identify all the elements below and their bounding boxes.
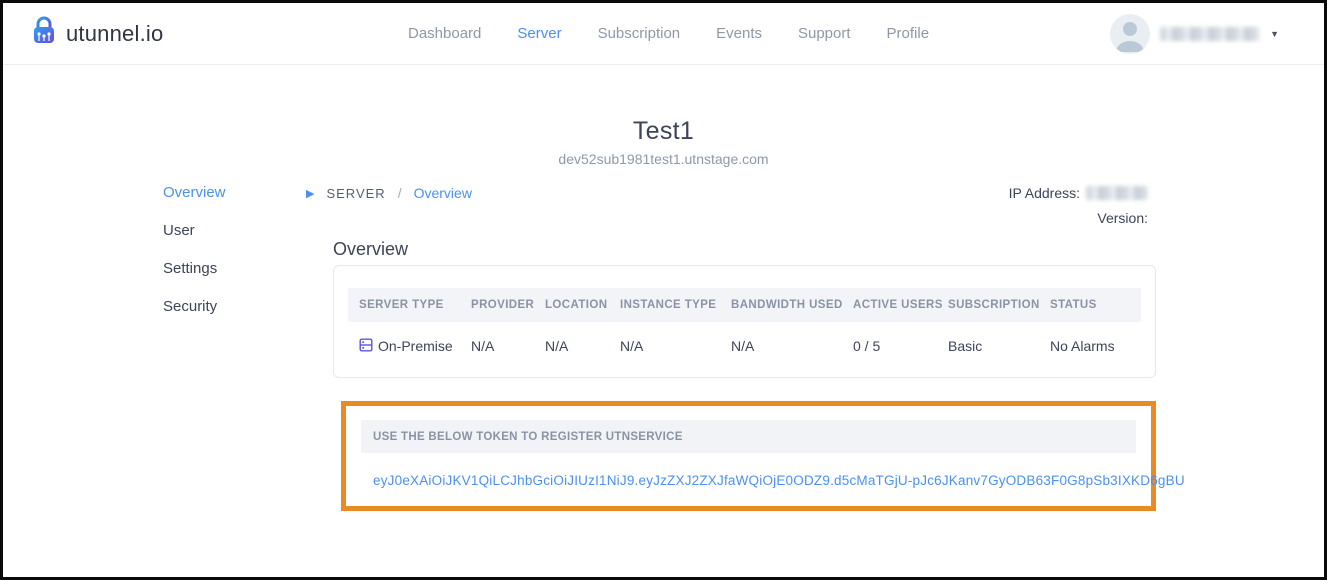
server-overview-card: SERVER TYPE PROVIDER LOCATION INSTANCE T… [333,265,1156,378]
col-active-users: ACTIVE USERS [853,299,948,311]
server-type-value: On-Premise [378,338,453,354]
sidebar-item-overview[interactable]: Overview [163,184,226,201]
cell-status: No Alarms [1050,338,1141,354]
cell-subscription: Basic [948,338,1050,354]
brand-logo[interactable]: utunnel.io [29,15,163,52]
nav-item-support[interactable]: Support [798,25,851,42]
ip-address-redacted [1086,186,1148,200]
version-label: Version: [1097,210,1148,226]
breadcrumb-arrow-icon: ▶ [306,187,314,200]
table-header-row: SERVER TYPE PROVIDER LOCATION INSTANCE T… [348,288,1141,322]
server-meta: IP Address: Version: [1009,185,1148,235]
nav-item-server[interactable]: Server [517,25,561,42]
col-bandwidth-used: BANDWIDTH USED [731,299,853,311]
chevron-down-icon: ▼ [1270,29,1279,39]
token-card-header: USE THE BELOW TOKEN TO REGISTER UTNSERVI… [361,420,1136,453]
col-status: STATUS [1050,299,1141,311]
nav-item-profile[interactable]: Profile [887,25,930,42]
server-domain: dev52sub1981test1.utnstage.com [3,151,1324,167]
nav-menu: Dashboard Server Subscription Events Sup… [408,25,929,42]
sidebar: Overview User Settings Security [163,184,226,315]
nav-item-dashboard[interactable]: Dashboard [408,25,481,42]
cell-provider: N/A [471,338,545,354]
nav-item-events[interactable]: Events [716,25,762,42]
token-instruction: USE THE BELOW TOKEN TO REGISTER UTNSERVI… [373,431,683,443]
nav-item-subscription[interactable]: Subscription [598,25,681,42]
sidebar-item-settings[interactable]: Settings [163,260,226,277]
cell-active-users: 0 / 5 [853,338,948,354]
breadcrumb-current[interactable]: Overview [414,185,472,201]
breadcrumb: ▶ SERVER / Overview [306,185,472,201]
user-menu[interactable]: ▼ [1110,14,1279,54]
brand-name: utunnel.io [66,21,163,47]
col-provider: PROVIDER [471,299,545,311]
sidebar-item-security[interactable]: Security [163,298,226,315]
padlock-logo-icon [29,15,59,52]
cell-bandwidth-used: N/A [731,338,853,354]
col-location: LOCATION [545,299,620,311]
ip-address-label: IP Address: [1009,185,1080,201]
overview-heading: Overview [333,239,408,260]
registration-token[interactable]: eyJ0eXAiOiJKV1QiLCJhbGciOiJIUzI1NiJ9.eyJ… [361,473,1136,488]
server-rack-icon [359,338,373,355]
cell-server-type[interactable]: On-Premise [359,338,471,355]
breadcrumb-section: SERVER [326,186,385,201]
col-instance-type: INSTANCE TYPE [620,299,731,311]
table-row: On-Premise N/A N/A N/A N/A 0 / 5 Basic N… [348,322,1141,370]
col-subscription: SUBSCRIPTION [948,299,1050,311]
sidebar-item-user[interactable]: User [163,222,226,239]
app-window: utunnel.io Dashboard Server Subscription… [0,0,1327,580]
cell-instance-type: N/A [620,338,731,354]
user-name-redacted [1160,27,1260,41]
breadcrumb-separator: / [398,185,402,201]
navbar: utunnel.io Dashboard Server Subscription… [3,3,1324,65]
cell-location: N/A [545,338,620,354]
col-server-type: SERVER TYPE [359,299,471,311]
page-title: Test1 [3,117,1324,146]
register-token-card: USE THE BELOW TOKEN TO REGISTER UTNSERVI… [341,401,1156,511]
avatar [1110,14,1150,54]
